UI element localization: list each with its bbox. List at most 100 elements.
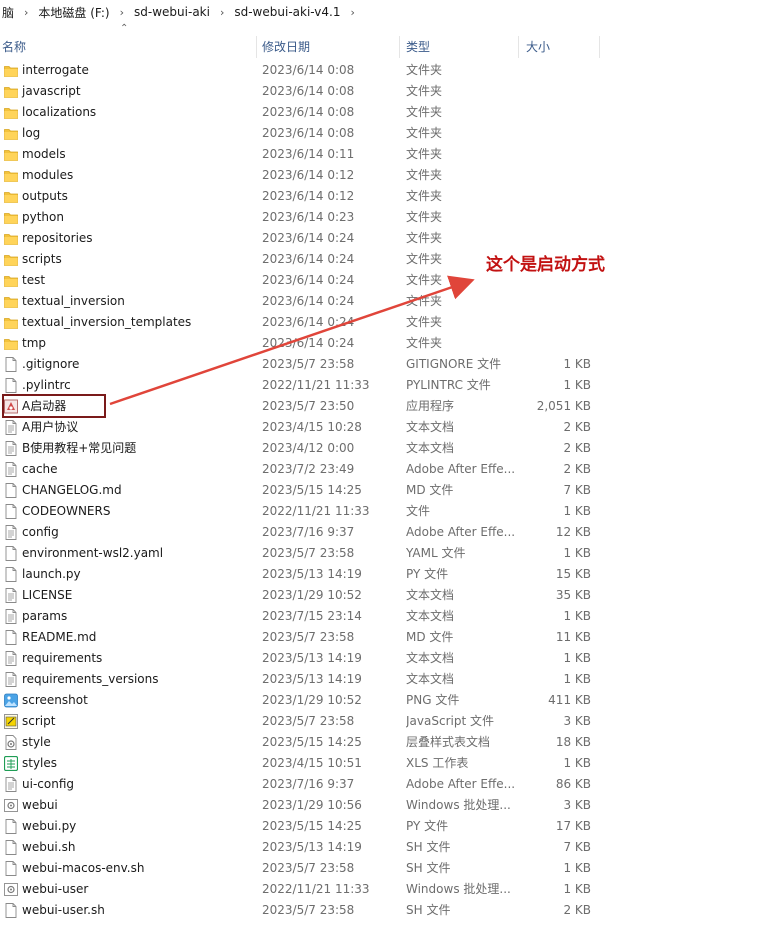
file-row[interactable]: webui 2023/1/29 10:56 Windows 批处理... 3 KB <box>0 795 758 816</box>
file-type: Adobe After Effe... <box>406 462 514 476</box>
file-row[interactable]: test 2023/6/14 0:24 文件夹 <box>0 270 758 291</box>
file-size: 1 KB <box>563 357 591 371</box>
file-size: 15 KB <box>555 567 591 581</box>
file-date: 2023/6/14 0:24 <box>262 273 355 287</box>
file-row[interactable]: .gitignore 2023/5/7 23:58 GITIGNORE 文件 1 KB <box>0 354 758 375</box>
file-row[interactable]: scripts 2023/6/14 0:24 文件夹 <box>0 249 758 270</box>
breadcrumb-item[interactable]: sd-webui-aki-v4.1 <box>232 5 342 19</box>
file-row[interactable]: LICENSE 2023/1/29 10:52 文本文档 35 KB <box>0 585 758 606</box>
file-row[interactable]: textual_inversion_templates 2023/6/14 0:2… <box>0 312 758 333</box>
file-row[interactable]: cache 2023/7/2 23:49 Adobe After Effe... 2 … <box>0 459 758 480</box>
file-row[interactable]: A用户协议 2023/4/15 10:28 文本文档 2 KB <box>0 417 758 438</box>
file-size: 1 KB <box>563 861 591 875</box>
file-size: 2 KB <box>563 420 591 434</box>
file-date: 2023/7/16 9:37 <box>262 525 355 539</box>
file-row[interactable]: webui-user 2022/11/21 11:33 Windows 批处理...… <box>0 879 758 900</box>
file-icon <box>4 630 18 645</box>
file-row[interactable]: webui-macos-env.sh 2023/5/7 23:58 SH 文件 1 K… <box>0 858 758 879</box>
file-row[interactable]: webui.sh 2023/5/13 14:19 SH 文件 7 KB <box>0 837 758 858</box>
file-type: MD 文件 <box>406 483 454 497</box>
file-date: 2023/6/14 0:11 <box>262 147 355 161</box>
file-row[interactable]: modules 2023/6/14 0:12 文件夹 <box>0 165 758 186</box>
file-date: 2023/7/15 23:14 <box>262 609 362 623</box>
file-date: 2023/6/14 0:23 <box>262 210 355 224</box>
file-name: params <box>22 609 68 623</box>
file-row[interactable]: style 2023/5/15 14:25 层叠样式表文档 18 KB <box>0 732 758 753</box>
file-name: README.md <box>22 630 97 644</box>
file-row[interactable]: styles 2023/4/15 10:51 XLS 工作表 1 KB <box>0 753 758 774</box>
file-row[interactable]: localizations 2023/6/14 0:08 文件夹 <box>0 102 758 123</box>
file-row[interactable]: CODEOWNERS 2022/11/21 11:33 文件 1 KB <box>0 501 758 522</box>
text-file-icon <box>4 420 18 435</box>
column-header-type[interactable]: 类型 <box>406 34 430 60</box>
file-row[interactable]: environment-wsl2.yaml 2023/5/7 23:58 YAML … <box>0 543 758 564</box>
file-row[interactable]: config 2023/7/16 9:37 Adobe After Effe... 1… <box>0 522 758 543</box>
file-size: 2 KB <box>563 462 591 476</box>
column-header-name[interactable]: 名称 <box>2 34 26 60</box>
file-row[interactable]: CHANGELOG.md 2023/5/15 14:25 MD 文件 7 KB <box>0 480 758 501</box>
file-row[interactable]: .pylintrc 2022/11/21 11:33 PYLINTRC 文件 1 KB <box>0 375 758 396</box>
chevron-right-icon: › <box>219 5 225 19</box>
file-size: 2,051 KB <box>536 399 591 413</box>
file-row[interactable]: requirements 2023/5/13 14:19 文本文档 1 KB <box>0 648 758 669</box>
file-name: repositories <box>22 231 93 245</box>
css-file-icon <box>4 735 18 750</box>
column-header: 名称 修改日期 类型 大小 <box>0 34 758 60</box>
file-row[interactable]: B使用教程+常见问题 2023/4/12 0:00 文本文档 2 KB <box>0 438 758 459</box>
file-date: 2023/6/14 0:08 <box>262 63 355 77</box>
file-row[interactable]: log 2023/6/14 0:08 文件夹 <box>0 123 758 144</box>
file-row[interactable]: interrogate 2023/6/14 0:08 文件夹 <box>0 60 758 81</box>
annotation-label: 这个是启动方式 <box>486 255 605 275</box>
file-size: 1 KB <box>563 609 591 623</box>
file-row[interactable]: python 2023/6/14 0:23 文件夹 <box>0 207 758 228</box>
column-divider[interactable] <box>256 36 257 58</box>
file-list: interrogate 2023/6/14 0:08 文件夹 javascript 20… <box>0 60 758 921</box>
file-type: 文本文档 <box>406 609 455 623</box>
chevron-right-icon: › <box>119 5 125 19</box>
file-row[interactable]: requirements_versions 2023/5/13 14:19 文本文档… <box>0 669 758 690</box>
text-file-icon <box>4 651 18 666</box>
file-row[interactable]: webui-user.sh 2023/5/7 23:58 SH 文件 2 KB <box>0 900 758 921</box>
file-row[interactable]: script 2023/5/7 23:58 JavaScript 文件 3 KB <box>0 711 758 732</box>
file-row[interactable]: README.md 2023/5/7 23:58 MD 文件 11 KB <box>0 627 758 648</box>
file-size: 1 KB <box>563 651 591 665</box>
file-date: 2023/5/13 14:19 <box>262 567 362 581</box>
column-header-size[interactable]: 大小 <box>526 34 550 60</box>
file-name: models <box>22 147 66 161</box>
file-row[interactable]: params 2023/7/15 23:14 文本文档 1 KB <box>0 606 758 627</box>
file-name: tmp <box>22 336 47 350</box>
file-name: requirements_versions <box>22 672 159 686</box>
breadcrumb-item[interactable]: sd-webui-aki <box>132 5 212 19</box>
file-row[interactable]: ui-config 2023/7/16 9:37 Adobe After Effe.… <box>0 774 758 795</box>
file-row[interactable]: textual_inversion 2023/6/14 0:24 文件夹 <box>0 291 758 312</box>
column-header-date[interactable]: 修改日期 <box>262 34 310 60</box>
file-row[interactable]: A启动器 2023/5/7 23:50 应用程序 2,051 KB <box>0 396 758 417</box>
file-row[interactable]: tmp 2023/6/14 0:24 文件夹 <box>0 333 758 354</box>
file-row[interactable]: launch.py 2023/5/13 14:19 PY 文件 15 KB <box>0 564 758 585</box>
folder-icon <box>4 168 18 183</box>
file-size: 1 KB <box>563 756 591 770</box>
file-row[interactable]: screenshot 2023/1/29 10:52 PNG 文件 411 KB <box>0 690 758 711</box>
column-divider[interactable] <box>518 36 519 58</box>
folder-icon <box>4 273 18 288</box>
file-row[interactable]: webui.py 2023/5/15 14:25 PY 文件 17 KB <box>0 816 758 837</box>
batch-file-icon <box>4 882 18 897</box>
file-row[interactable]: repositories 2023/6/14 0:24 文件夹 <box>0 228 758 249</box>
file-date: 2023/5/7 23:58 <box>262 630 355 644</box>
file-row[interactable]: outputs 2023/6/14 0:12 文件夹 <box>0 186 758 207</box>
file-type: XLS 工作表 <box>406 756 469 770</box>
file-type: PYLINTRC 文件 <box>406 378 491 392</box>
column-divider[interactable] <box>599 36 600 58</box>
file-icon <box>4 483 18 498</box>
file-name: script <box>22 714 56 728</box>
breadcrumb-item[interactable]: 脑 <box>0 4 16 21</box>
file-row[interactable]: javascript 2023/6/14 0:08 文件夹 <box>0 81 758 102</box>
file-name: javascript <box>22 84 81 98</box>
file-type: SH 文件 <box>406 840 451 854</box>
column-divider[interactable] <box>399 36 400 58</box>
file-size: 1 KB <box>563 378 591 392</box>
file-size: 1 KB <box>563 882 591 896</box>
text-file-icon <box>4 462 18 477</box>
breadcrumb-item[interactable]: 本地磁盘 (F:) <box>36 4 111 21</box>
file-row[interactable]: models 2023/6/14 0:11 文件夹 <box>0 144 758 165</box>
